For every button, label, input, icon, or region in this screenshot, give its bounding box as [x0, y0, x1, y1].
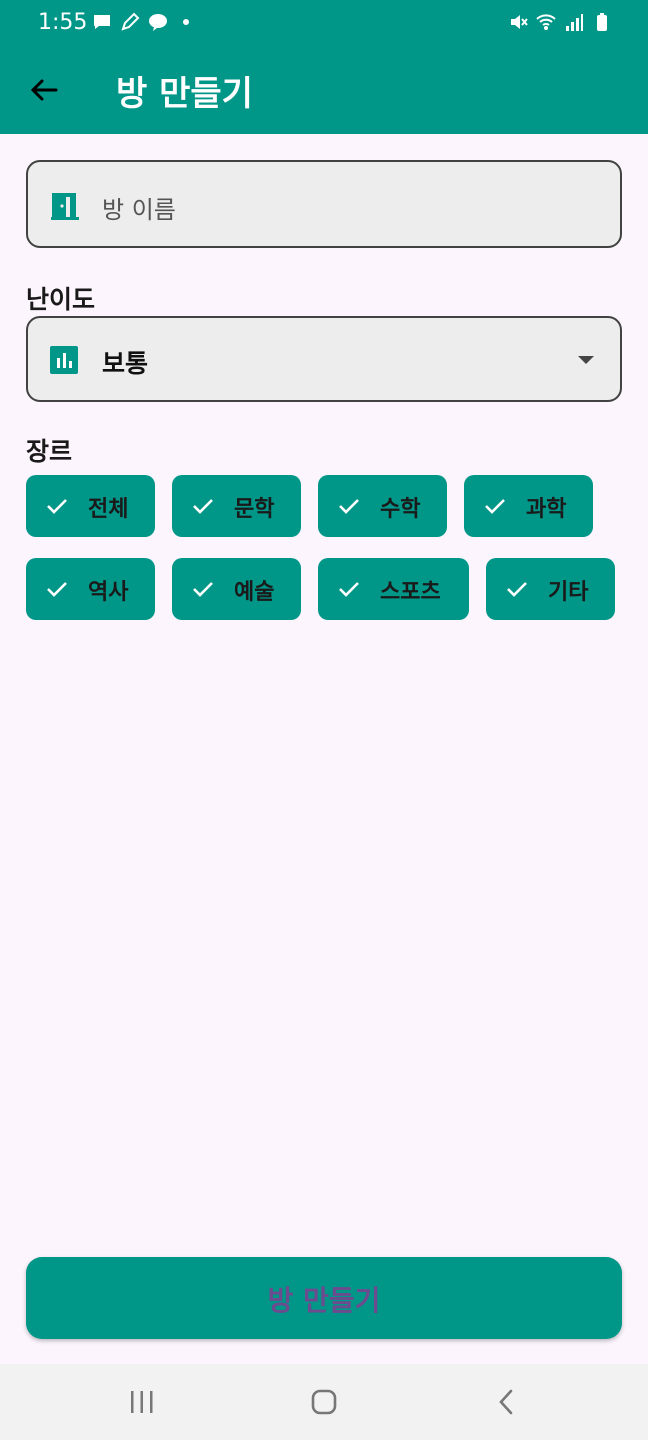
chip-label: 예술	[234, 580, 275, 605]
difficulty-dropdown[interactable]: 보통	[26, 316, 622, 402]
back-icon	[499, 1389, 513, 1415]
status-time: 1:55	[38, 10, 88, 35]
check-icon	[193, 499, 213, 514]
signal-icon	[566, 14, 583, 31]
pen-icon	[121, 12, 140, 31]
chip-label: 문학	[234, 497, 275, 522]
bar-chart-icon	[50, 346, 78, 374]
chip-label: 역사	[88, 580, 129, 605]
chip-label: 기타	[548, 580, 589, 605]
back-button[interactable]	[22, 68, 66, 112]
genre-chip-science[interactable]: 과학	[464, 475, 593, 537]
app-bar: 방 만들기	[0, 46, 648, 134]
check-icon	[47, 582, 67, 597]
create-room-button-label: 방 만들기	[267, 1284, 381, 1317]
status-notification-icons	[92, 12, 196, 32]
home-icon	[311, 1389, 337, 1415]
wifi-icon	[536, 14, 556, 30]
dot-icon	[183, 19, 189, 25]
message-icon	[94, 15, 110, 29]
difficulty-label: 난이도	[26, 285, 96, 314]
kakaotalk-icon	[149, 14, 167, 31]
genre-chip-all[interactable]: 전체	[26, 475, 155, 537]
door-icon	[51, 193, 79, 220]
chip-label: 전체	[88, 497, 129, 522]
dropdown-arrow-icon	[578, 356, 594, 364]
check-icon	[507, 582, 527, 597]
home-button[interactable]	[304, 1386, 344, 1418]
chip-label: 스포츠	[380, 580, 441, 605]
recents-icon	[131, 1391, 153, 1413]
recents-button[interactable]	[122, 1386, 162, 1418]
nav-back-button[interactable]	[486, 1386, 526, 1418]
chip-label: 수학	[380, 497, 421, 522]
battery-icon	[597, 13, 607, 31]
arrow-left-icon	[30, 79, 58, 101]
check-icon	[193, 582, 213, 597]
system-nav-bar	[0, 1364, 648, 1440]
status-system-icons	[508, 12, 612, 32]
genre-chip-sports[interactable]: 스포츠	[318, 558, 469, 620]
difficulty-selected-value: 보통	[102, 349, 149, 378]
check-icon	[485, 499, 505, 514]
check-icon	[47, 499, 67, 514]
genre-chip-history[interactable]: 역사	[26, 558, 155, 620]
room-name-input[interactable]: 방 이름	[26, 160, 622, 248]
chip-label: 과학	[526, 497, 567, 522]
page-title: 방 만들기	[116, 74, 253, 114]
genre-chip-math[interactable]: 수학	[318, 475, 447, 537]
mute-icon	[511, 15, 528, 29]
genre-chip-etc[interactable]: 기타	[486, 558, 615, 620]
genre-label: 장르	[26, 437, 73, 466]
create-room-button[interactable]: 방 만들기	[26, 1257, 622, 1339]
status-bar: 1:55	[0, 0, 648, 46]
room-name-placeholder: 방 이름	[102, 196, 176, 224]
genre-chip-literature[interactable]: 문학	[172, 475, 301, 537]
check-icon	[339, 499, 359, 514]
check-icon	[339, 582, 359, 597]
genre-chip-art[interactable]: 예술	[172, 558, 301, 620]
